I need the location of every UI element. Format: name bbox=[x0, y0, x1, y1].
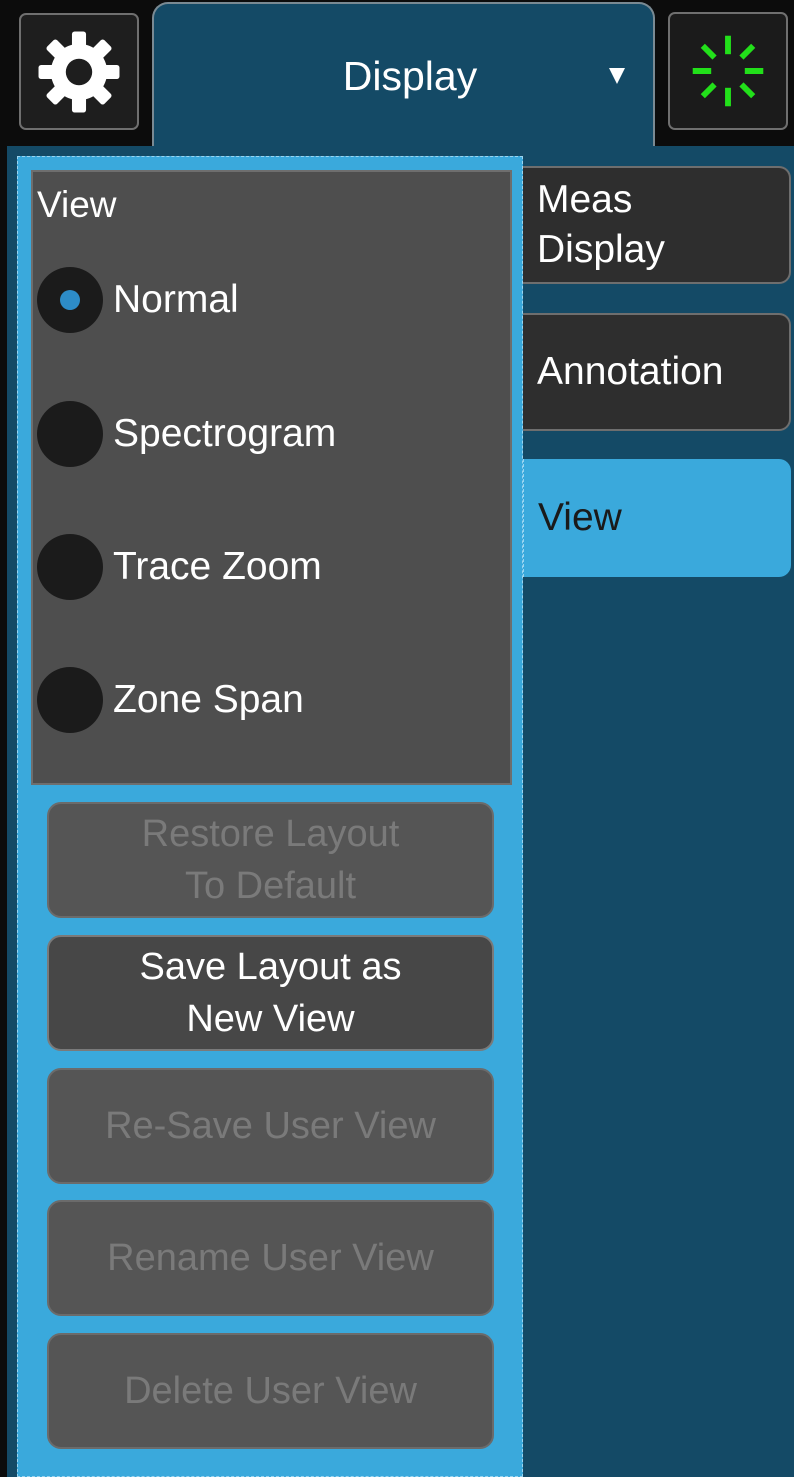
display-menu-panel: Display View Normal Spectrogram Trace Zo… bbox=[0, 0, 794, 1477]
radio-label: Normal bbox=[113, 278, 239, 321]
gear-icon bbox=[38, 31, 120, 112]
rename-user-view-button[interactable]: Rename User View bbox=[47, 1200, 494, 1316]
radio-option-zone-span[interactable]: Zone Span bbox=[37, 665, 507, 735]
radio-label: Trace Zoom bbox=[113, 545, 322, 588]
radio-label: Zone Span bbox=[113, 678, 304, 721]
delete-user-view-button[interactable]: Delete User View bbox=[47, 1333, 494, 1449]
view-group-title: View bbox=[37, 184, 117, 225]
tab-view[interactable]: View bbox=[523, 459, 791, 577]
radio-option-trace-zoom[interactable]: Trace Zoom bbox=[37, 532, 507, 602]
tab-meas-display[interactable]: Meas Display bbox=[523, 166, 791, 284]
status-button[interactable] bbox=[668, 12, 788, 130]
view-radio-group: View Normal Spectrogram Trace Zoom Zone … bbox=[31, 170, 512, 785]
radio-selected-icon[interactable] bbox=[37, 267, 103, 333]
radio-label: Spectrogram bbox=[113, 412, 337, 455]
triangle-down-icon[interactable] bbox=[609, 68, 625, 84]
resave-user-view-button[interactable]: Re-Save User View bbox=[47, 1068, 494, 1184]
busy-spinner-icon bbox=[692, 35, 764, 107]
radio-option-spectrogram[interactable]: Spectrogram bbox=[37, 399, 507, 469]
radio-option-normal[interactable]: Normal bbox=[37, 265, 507, 335]
radio-dot-icon bbox=[60, 290, 80, 310]
menu-title: Display bbox=[342, 53, 478, 99]
settings-button[interactable] bbox=[19, 13, 139, 130]
radio-unselected-icon[interactable] bbox=[37, 667, 103, 733]
tab-annotation[interactable]: Annotation bbox=[523, 313, 791, 431]
display-menu-tab[interactable]: Display bbox=[152, 2, 655, 162]
radio-unselected-icon[interactable] bbox=[37, 401, 103, 467]
save-layout-new-view-button[interactable]: Save Layout as New View bbox=[47, 935, 494, 1051]
restore-layout-default-button[interactable]: Restore Layout To Default bbox=[47, 802, 494, 918]
radio-unselected-icon[interactable] bbox=[37, 534, 103, 600]
